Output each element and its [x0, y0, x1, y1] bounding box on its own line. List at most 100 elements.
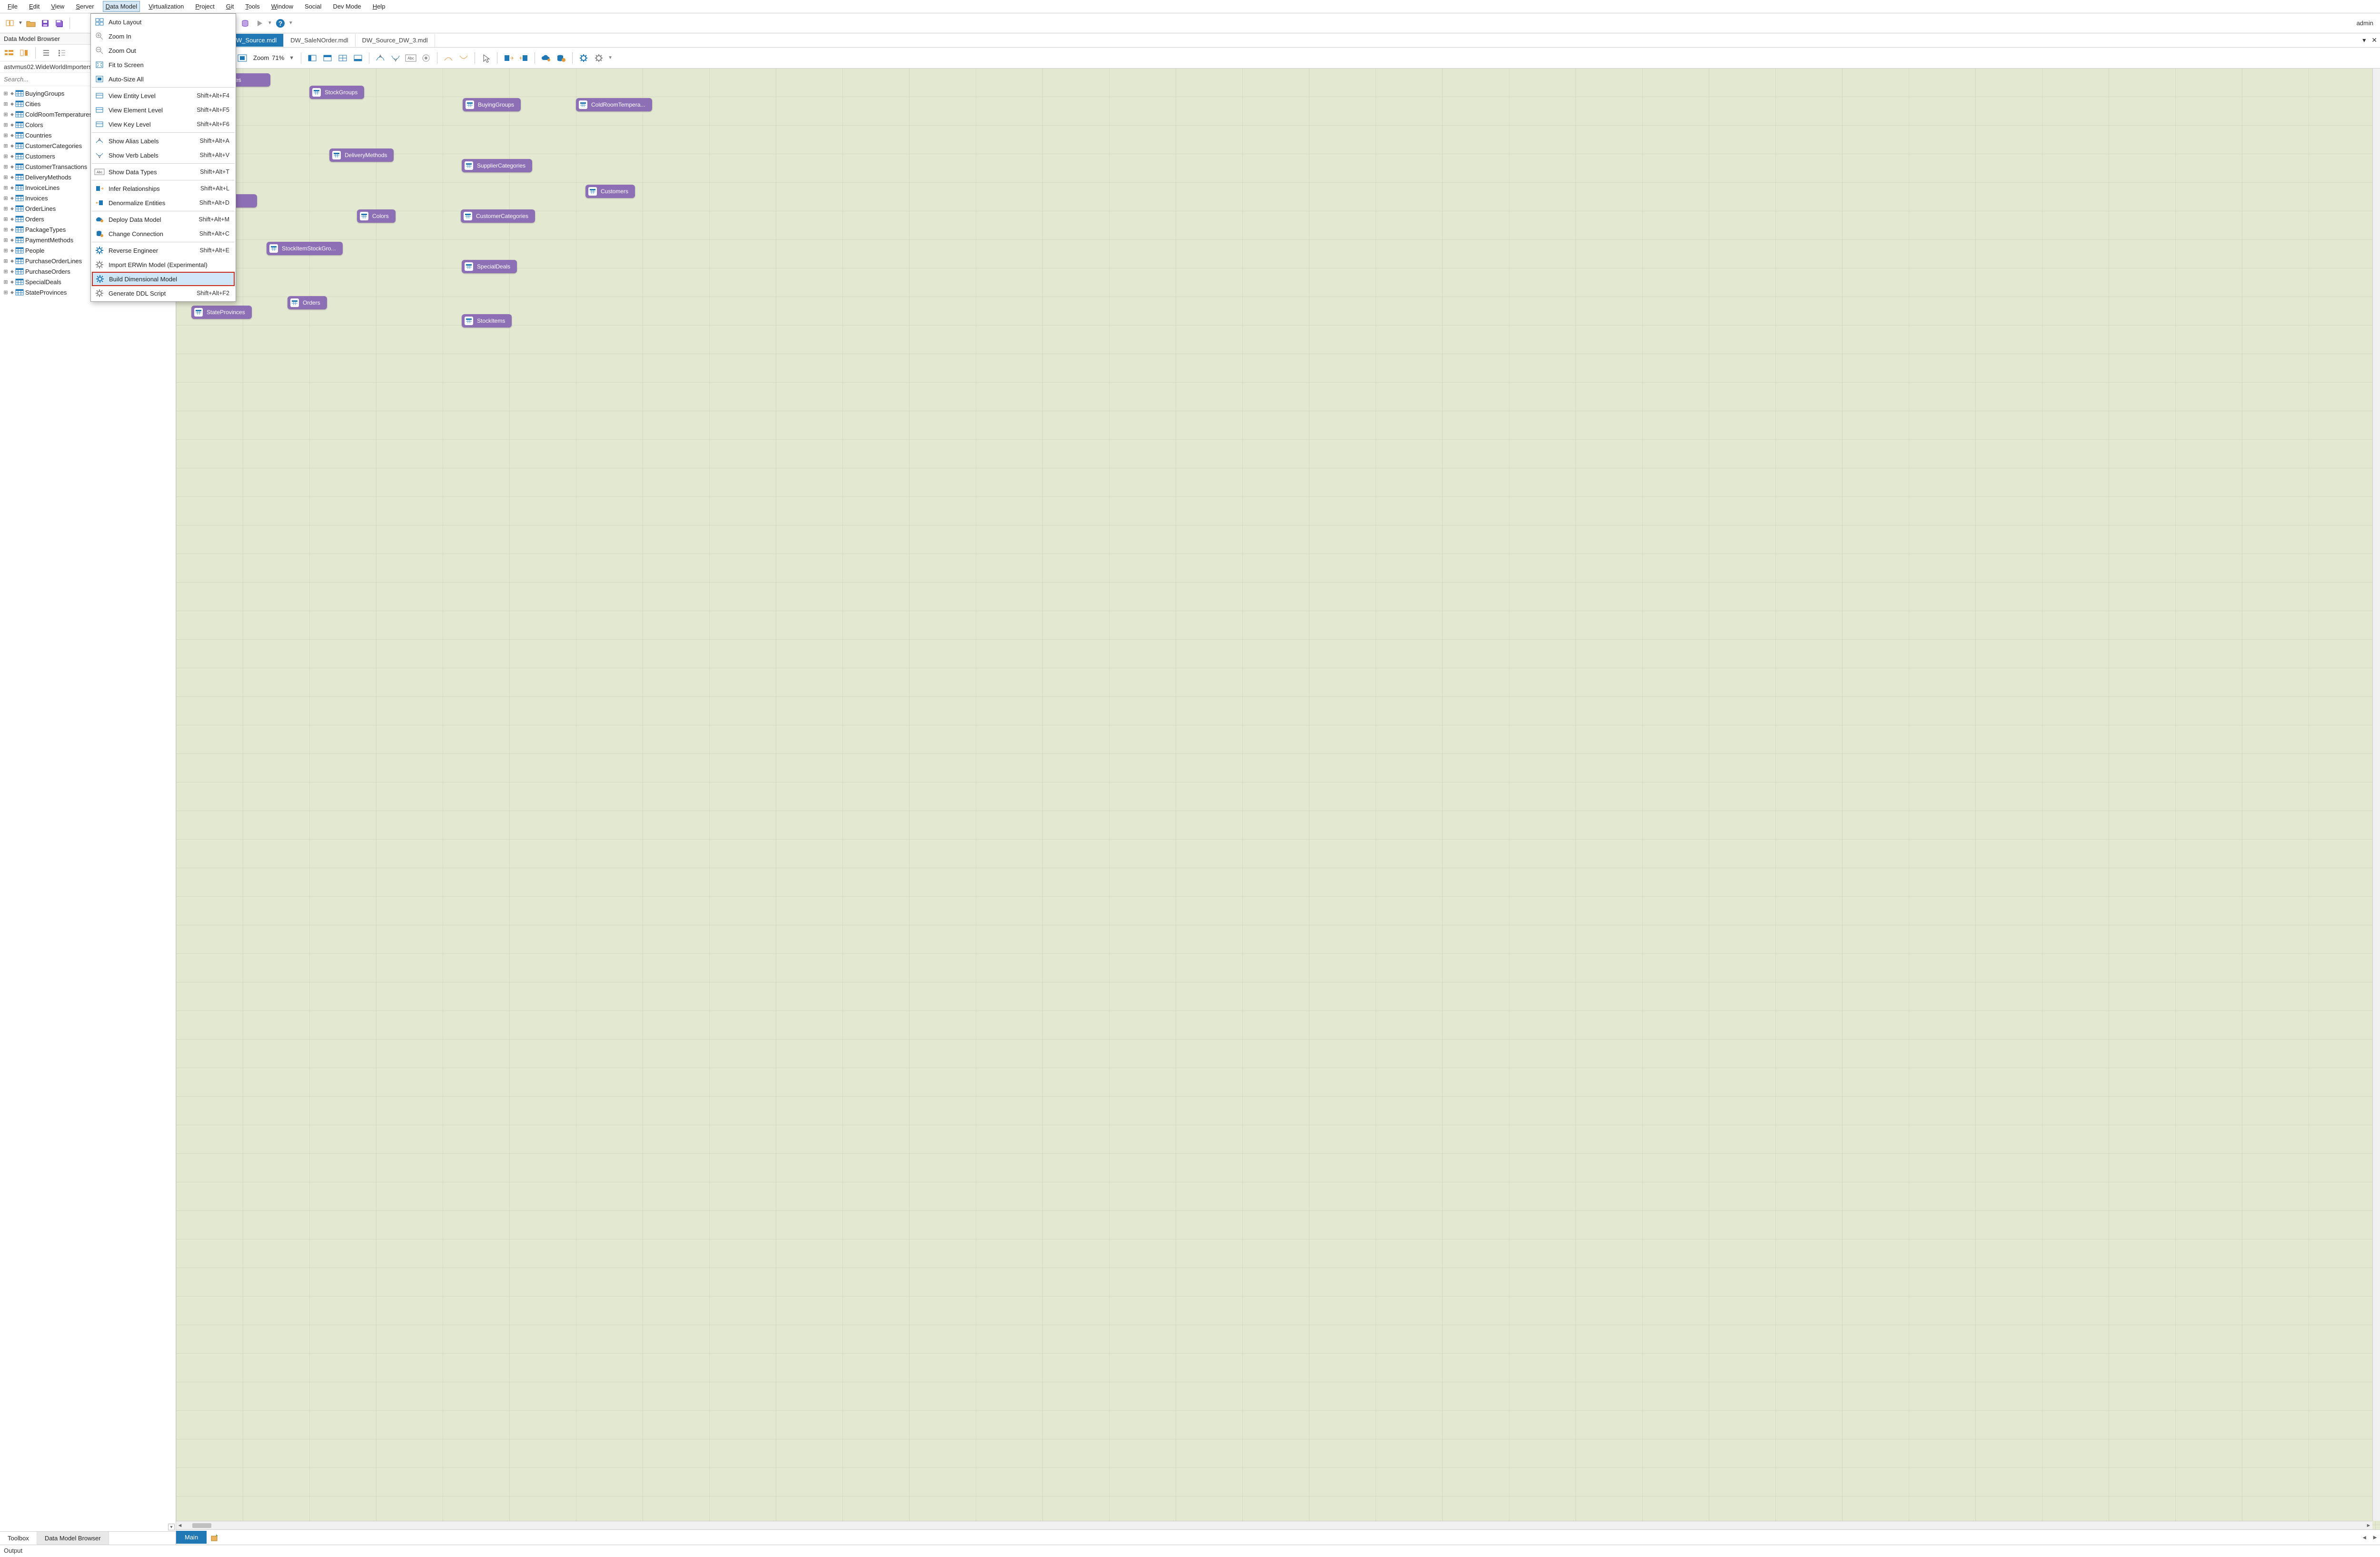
gear-blue-icon[interactable]	[577, 52, 590, 64]
menu-server[interactable]: Server	[73, 1, 97, 12]
nav-right-icon[interactable]: ►	[2370, 1534, 2380, 1541]
show-hide-icon[interactable]	[420, 52, 432, 64]
menu-item-infer-relationships[interactable]: Infer RelationshipsShift+Alt+L	[92, 181, 235, 196]
rel-v-icon[interactable]: V	[389, 52, 402, 64]
entity-box[interactable]: SpecialDeals	[462, 260, 517, 273]
zoom-dropdown-icon[interactable]: ▼	[287, 55, 296, 61]
scrollbar-thumb[interactable]	[192, 1523, 211, 1528]
menu-help[interactable]: Help	[370, 1, 388, 12]
menu-item-view-element-level[interactable]: View Element LevelShift+Alt+F5	[92, 103, 235, 117]
expand-icon[interactable]: ⊞	[3, 90, 9, 97]
menu-item-auto-size-all[interactable]: Auto-Size All	[92, 72, 235, 86]
expand-icon[interactable]: ⊞	[3, 227, 9, 233]
deploy-cloud-icon[interactable]	[540, 52, 552, 64]
expand-icon[interactable]: ⊞	[3, 143, 9, 149]
menu-view[interactable]: View	[48, 1, 67, 12]
dropdown-icon[interactable]: ▾	[2360, 36, 2369, 44]
panel-top-icon[interactable]	[321, 52, 334, 64]
menu-item-zoom-out[interactable]: Zoom Out	[92, 43, 235, 58]
chevron-down-icon[interactable]: ▼	[268, 20, 272, 26]
panel-left-icon[interactable]	[306, 52, 318, 64]
entity-box[interactable]: DeliveryMethods	[329, 149, 394, 162]
doc-tab[interactable]: DW_SaleNOrder.mdl	[284, 34, 355, 47]
fit-icon[interactable]	[236, 52, 248, 64]
chevron-down-icon[interactable]: ▼	[288, 20, 293, 26]
expand-icon[interactable]: ⊞	[3, 216, 9, 222]
doc-tab[interactable]: W_Source.mdl	[229, 34, 284, 47]
menu-item-denormalize-entities[interactable]: Denormalize EntitiesShift+Alt+D	[92, 196, 235, 210]
menu-item-reverse-engineer[interactable]: Reverse EngineerShift+Alt+E	[92, 243, 235, 258]
play-icon[interactable]	[253, 17, 266, 30]
menu-window[interactable]: Window	[268, 1, 296, 12]
menu-item-deploy-data-model[interactable]: Deploy Data ModelShift+Alt+M	[92, 212, 235, 227]
menu-item-view-entity-level[interactable]: View Entity LevelShift+Alt+F4	[92, 89, 235, 103]
expand-icon[interactable]: ⊞	[3, 111, 9, 118]
browser-list2-icon[interactable]	[56, 47, 68, 59]
menu-item-show-alias-labels[interactable]: AShow Alias LabelsShift+Alt+A	[92, 134, 235, 148]
expand-icon[interactable]: ⊞	[3, 122, 9, 128]
abc-icon[interactable]: Abc	[405, 52, 417, 64]
horizontal-scrollbar[interactable]: ◄ ►	[176, 1521, 2372, 1529]
gear-gray-icon[interactable]	[593, 52, 605, 64]
nav-left-icon[interactable]: ◄	[2359, 1534, 2370, 1541]
expand-icon[interactable]: ⊞	[3, 289, 9, 296]
browser-list1-icon[interactable]	[40, 47, 53, 59]
menu-item-view-key-level[interactable]: View Key LevelShift+Alt+F6	[92, 117, 235, 131]
rel-line1-icon[interactable]	[442, 52, 455, 64]
save-all-icon[interactable]	[53, 17, 66, 30]
menu-item-import-erwin-model-experimental-[interactable]: Import ERWin Model (Experimental)	[92, 258, 235, 272]
tab-data-model-browser[interactable]: Data Model Browser	[37, 1532, 109, 1545]
expand-icon[interactable]: ⊞	[3, 279, 9, 285]
entity-box[interactable]: SupplierCategories	[462, 159, 532, 172]
chevron-down-icon[interactable]: ▼	[18, 20, 23, 26]
entity-box[interactable]: BuyingGroups	[463, 98, 521, 111]
doc-tab[interactable]: DW_Source_DW_3.mdl	[356, 34, 435, 47]
entity-box[interactable]: Customers	[585, 185, 635, 198]
entity-box[interactable]: CustomerCategories	[461, 209, 535, 223]
chevron-down-icon[interactable]: ▼	[608, 55, 613, 60]
import-icon[interactable]	[502, 52, 515, 64]
menu-item-change-connection[interactable]: Change ConnectionShift+Alt+C	[92, 227, 235, 241]
menu-item-zoom-in[interactable]: Zoom In	[92, 29, 235, 43]
menu-item-show-data-types[interactable]: AbcShow Data TypesShift+Alt+T	[92, 165, 235, 179]
close-all-icon[interactable]: ✕	[2369, 36, 2380, 44]
tab-toolbox[interactable]: Toolbox	[0, 1532, 37, 1545]
expand-icon[interactable]: ⊞	[3, 195, 9, 201]
help-icon[interactable]: ?	[274, 17, 287, 30]
menu-data-model[interactable]: Data Model	[103, 1, 140, 12]
menu-social[interactable]: Social	[302, 1, 324, 12]
expand-icon[interactable]: ⊞	[3, 132, 9, 139]
add-view-icon[interactable]	[209, 1532, 220, 1543]
db-action-icon[interactable]	[555, 52, 567, 64]
menu-file[interactable]: File	[5, 1, 20, 12]
scroll-down-icon[interactable]: ▾	[168, 1524, 175, 1530]
entity-box[interactable]: StockGroups	[309, 86, 364, 99]
tab-main[interactable]: Main	[176, 1531, 207, 1544]
entity-box[interactable]: StateProvinces	[191, 306, 252, 319]
menu-project[interactable]: Project	[192, 1, 217, 12]
open-folder-icon[interactable]	[25, 17, 37, 30]
menu-item-show-verb-labels[interactable]: VShow Verb LabelsShift+Alt+V	[92, 148, 235, 162]
save-icon[interactable]	[39, 17, 51, 30]
expand-icon[interactable]: ⊞	[3, 206, 9, 212]
expand-icon[interactable]: ⊞	[3, 174, 9, 180]
entity-box[interactable]: Colors	[357, 209, 396, 223]
expand-icon[interactable]: ⊞	[3, 164, 9, 170]
menu-edit[interactable]: Edit	[26, 1, 42, 12]
db-icon[interactable]	[239, 17, 251, 30]
diagram-canvas[interactable]: cesStockGroupsBuyingGroupsColdRoomTemper…	[176, 69, 2380, 1529]
panel-grid-icon[interactable]	[337, 52, 349, 64]
expand-icon[interactable]: ⊞	[3, 185, 9, 191]
browser-view2-icon[interactable]	[18, 47, 30, 59]
menu-item-generate-ddl-script[interactable]: Generate DDL ScriptShift+Alt+F2	[92, 286, 235, 300]
expand-icon[interactable]: ⊞	[3, 153, 9, 159]
menu-tools[interactable]: Tools	[242, 1, 262, 12]
entity-box[interactable]: Orders	[288, 296, 327, 309]
rel-line2-icon[interactable]	[457, 52, 470, 64]
expand-icon[interactable]: ⊞	[3, 248, 9, 254]
panel-bottom-icon[interactable]	[352, 52, 364, 64]
rel-a-icon[interactable]: A	[374, 52, 387, 64]
menu-dev-mode[interactable]: Dev Mode	[330, 1, 364, 12]
expand-icon[interactable]: ⊞	[3, 258, 9, 264]
browser-view1-icon[interactable]	[3, 47, 15, 59]
